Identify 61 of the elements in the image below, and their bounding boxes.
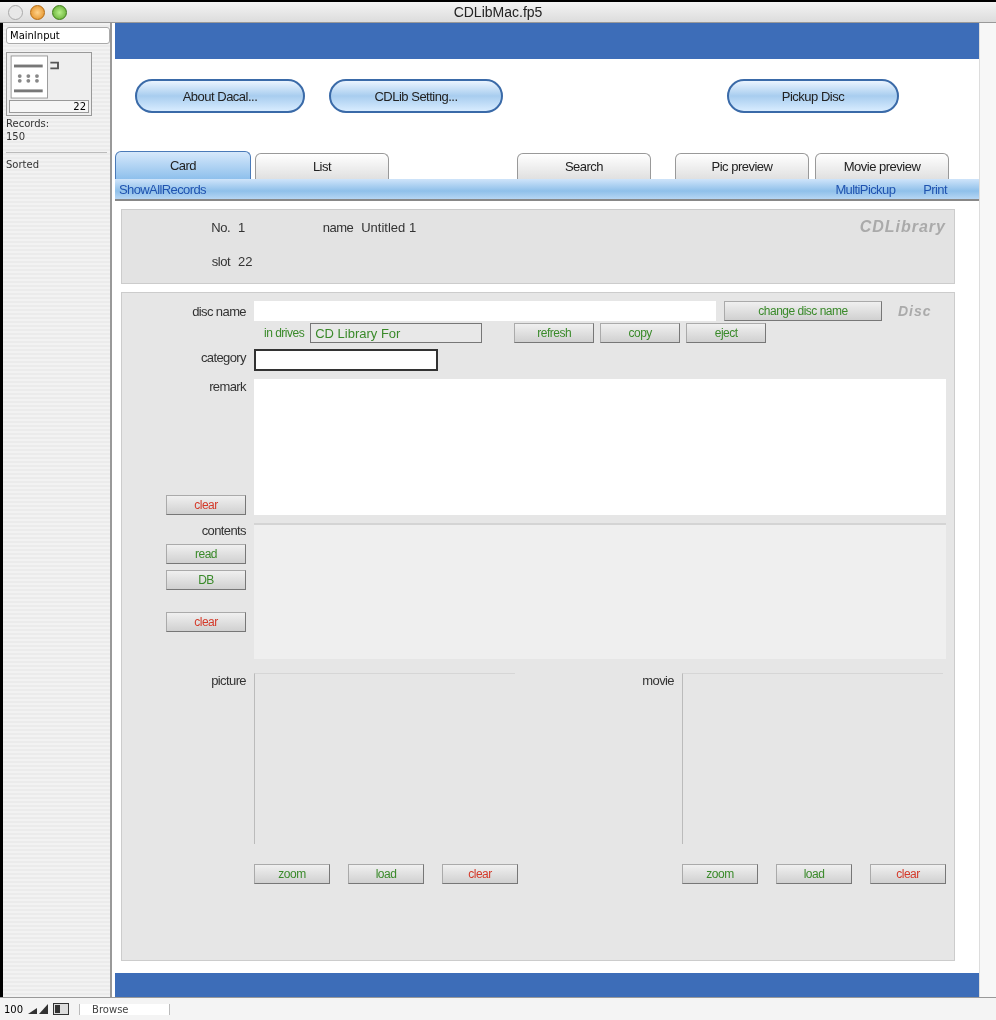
aqua-button[interactable]: Pickup Disc bbox=[727, 79, 899, 113]
field-label: contents bbox=[200, 523, 246, 538]
section-label: Disc bbox=[898, 303, 932, 319]
small-button[interactable]: copy bbox=[600, 323, 681, 343]
aqua-button[interactable]: About Dacal... bbox=[135, 79, 305, 113]
slot-value: 22 bbox=[238, 254, 253, 269]
field-label: movie bbox=[641, 673, 674, 690]
media-field[interactable] bbox=[682, 673, 943, 844]
record-name-value: Untitled 1 bbox=[361, 220, 417, 235]
change-disc-name-button[interactable]: change disc name bbox=[724, 301, 882, 321]
small-button[interactable]: load bbox=[348, 864, 424, 884]
app-brand: CDLibrary bbox=[859, 218, 946, 236]
remark-field[interactable] bbox=[254, 379, 946, 515]
sort-status: Sorted bbox=[6, 159, 40, 170]
small-button[interactable]: zoom bbox=[254, 864, 330, 884]
tab[interactable]: List bbox=[255, 153, 389, 179]
category-field[interactable] bbox=[254, 349, 438, 371]
zoom-icon[interactable] bbox=[27, 1003, 50, 1015]
aqua-button[interactable]: CDLib Setting... bbox=[329, 79, 503, 113]
zoom-button[interactable] bbox=[52, 4, 67, 20]
layout-menu[interactable]: MainInput bbox=[6, 27, 110, 44]
field-label: No. bbox=[210, 220, 230, 235]
small-button[interactable]: load bbox=[776, 864, 852, 884]
field-label: category bbox=[199, 349, 246, 365]
small-button[interactable]: refresh bbox=[514, 323, 595, 343]
small-button[interactable]: read bbox=[166, 544, 246, 564]
minimize-button[interactable] bbox=[30, 4, 45, 20]
tab[interactable]: Card bbox=[115, 151, 251, 179]
close-button[interactable] bbox=[8, 4, 23, 20]
toolbar-link[interactable]: MultiPickup bbox=[835, 181, 896, 197]
disc-name-field[interactable] bbox=[254, 301, 716, 321]
toolbar-link[interactable]: Print bbox=[923, 181, 947, 197]
contents-field[interactable] bbox=[254, 523, 946, 659]
field-label: disc name bbox=[191, 303, 246, 319]
field-label: picture bbox=[210, 673, 246, 690]
small-button[interactable]: clear bbox=[166, 612, 246, 632]
small-button[interactable]: zoom bbox=[682, 864, 758, 884]
drives-label: in drives bbox=[264, 326, 305, 340]
records-count: 150 bbox=[6, 131, 27, 142]
records-label: Records: bbox=[6, 118, 51, 129]
small-button[interactable]: clear bbox=[870, 864, 946, 884]
field-label: name bbox=[321, 220, 354, 235]
tab[interactable]: Movie preview bbox=[815, 153, 949, 179]
window-title: CDLibMac.fp5 bbox=[453, 4, 543, 20]
zoom-level[interactable]: 100 bbox=[4, 1003, 24, 1015]
record-book-control[interactable]: 22 bbox=[6, 52, 92, 116]
small-button[interactable]: clear bbox=[442, 864, 518, 884]
field-label: slot bbox=[210, 254, 230, 269]
tab[interactable]: Search bbox=[517, 153, 651, 179]
media-field[interactable] bbox=[254, 673, 515, 844]
mode-indicator[interactable]: Browse bbox=[79, 1003, 170, 1015]
small-button[interactable]: DB bbox=[166, 570, 246, 590]
tab[interactable]: Pic preview bbox=[675, 153, 809, 179]
status-area-icon[interactable] bbox=[53, 1003, 70, 1015]
record-number[interactable]: 22 bbox=[9, 100, 89, 113]
field-label: remark bbox=[208, 379, 246, 394]
small-button[interactable]: eject bbox=[686, 323, 767, 343]
drive-field[interactable]: CD Library For bbox=[310, 323, 483, 343]
small-button[interactable]: clear bbox=[166, 495, 246, 515]
record-number-value: 1 bbox=[238, 220, 246, 235]
show-all-records-link[interactable]: ShowAllRecords bbox=[119, 181, 206, 197]
